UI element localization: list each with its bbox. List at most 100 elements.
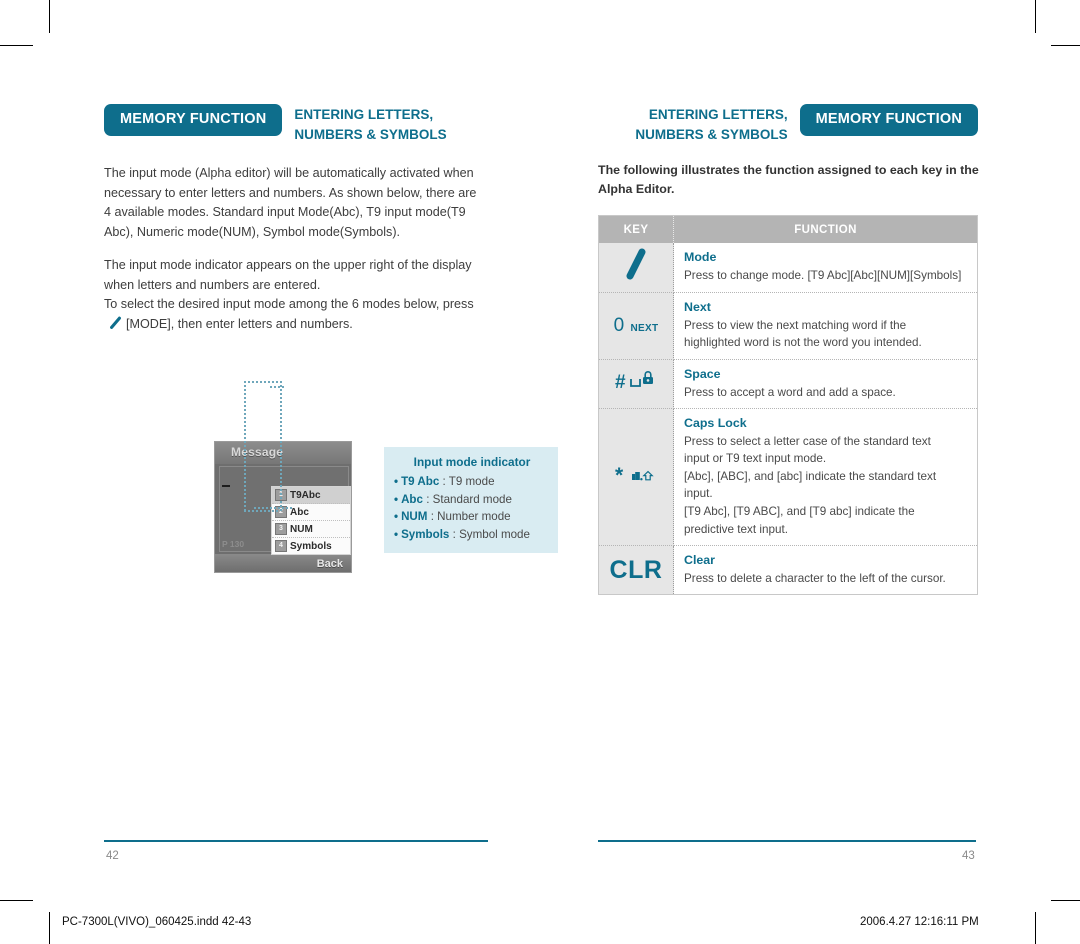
leader-dots-bottom-horizontal	[244, 510, 280, 512]
callout-bullet-3: •	[394, 510, 399, 524]
callout-item-symbols: • Symbols : Symbol mode	[394, 526, 550, 544]
callout-desc-1: : T9 mode	[442, 475, 495, 488]
phone-menu-item-t9abc: 1 T9Abc	[272, 487, 350, 504]
phone-softkey-back: Back	[316, 558, 343, 570]
page-number-right: 43	[962, 850, 975, 862]
phone-screen-title: Message	[231, 445, 284, 459]
asterisk-shift-key-icon: *	[612, 464, 660, 491]
key-cell-next: 0 NEXT	[598, 292, 674, 360]
function-cell-space: Space Press to accept a word and add a s…	[673, 359, 978, 410]
callout-item-t9abc: • T9 Abc : T9 mode	[394, 473, 550, 491]
print-file-info: PC-7300L(VIVO)_060425.indd 42-43	[62, 916, 252, 928]
table-header-function: FUNCTION	[673, 215, 978, 243]
footer-rule-left	[104, 840, 488, 842]
chapter-title-right-line1: ENTERING LETTERS,	[648, 107, 788, 122]
input-mode-indicator-callout: Input mode indicator • T9 Abc : T9 mode •…	[384, 447, 558, 553]
function-cell-next: Next Press to view the next matching wor…	[673, 292, 978, 360]
chapter-title-left-line1: ENTERING LETTERS,	[294, 107, 434, 122]
svg-text:*: *	[615, 464, 624, 487]
callout-term-1: T9 Abc	[401, 475, 440, 488]
memory-function-badge-right: MEMORY FUNCTION	[799, 104, 978, 136]
hash-space-lock-key-icon: #	[613, 371, 659, 397]
zero-next-key-icon: 0 NEXT	[613, 314, 659, 336]
phone-menu-item-symbols: 4 Symbols	[272, 538, 350, 554]
callout-title: Input mode indicator	[413, 455, 531, 469]
table-row-mode: Mode Press to change mode. [T9 Abc][Abc]…	[598, 243, 978, 293]
phone-menu-item-num: 3 NUM	[272, 521, 350, 538]
table-row-space: # Space Press to accept a word and add a…	[598, 359, 978, 410]
function-desc-caps-line6: predictive text input.	[684, 522, 788, 536]
key-function-table: KEY FUNCTION Mode Press to change mode. …	[598, 215, 978, 596]
function-cell-clear: Clear Press to delete a character to the…	[673, 545, 978, 595]
function-desc-caps-line2: input or T9 text input mode.	[684, 452, 827, 466]
function-desc-next-line2: highlighted word is not the word you int…	[684, 336, 922, 350]
paragraph-input-mode-intro: The input mode (Alpha editor) will be au…	[104, 166, 477, 239]
key-cell-clear: CLR	[598, 545, 674, 595]
right-page: ENTERING LETTERS, NUMBERS & SYMBOLS MEMO…	[598, 60, 1038, 870]
paragraph-mode-indicator-part1: The input mode indicator appears on the …	[104, 258, 472, 292]
callout-item-abc: • Abc : Standard mode	[394, 491, 550, 509]
leader-dots-callout-connector	[270, 386, 284, 388]
callout-bullet-4: •	[394, 527, 399, 541]
paragraph-mode-indicator-part2: To select the desired input mode among t…	[104, 297, 474, 312]
callout-desc-3: : Number mode	[430, 510, 511, 524]
right-page-header: ENTERING LETTERS, NUMBERS & SYMBOLS MEMO…	[598, 104, 978, 142]
phone-menu-number-4: 4	[275, 540, 287, 552]
page-number-left: 42	[106, 850, 119, 862]
memory-function-badge-left: MEMORY FUNCTION	[104, 104, 283, 136]
phone-char-counter: P 130	[222, 539, 245, 549]
callout-desc-4: : Symbol mode	[452, 527, 530, 541]
table-header-row: KEY FUNCTION	[598, 215, 978, 243]
clr-key-icon: CLR	[609, 555, 663, 584]
mode-stroke-icon	[619, 248, 653, 290]
chapter-title-right-line2: NUMBERS & SYMBOLS	[635, 126, 788, 142]
function-desc-caps-line4: input.	[684, 487, 713, 501]
phone-menu-label-3: NUM	[290, 523, 313, 535]
callout-desc-2: : Standard mode	[426, 492, 512, 506]
callout-item-num: • NUM : Number mode	[394, 508, 550, 526]
print-timestamp: 2006.4.27 12:16:11 PM	[860, 916, 979, 928]
phone-mode-menu: 1 T9Abc 2 Abc 3 NUM 4 Symbols	[271, 486, 351, 555]
function-title-next: Next	[684, 300, 711, 314]
svg-text:#: #	[615, 372, 626, 393]
function-desc-space-line1: Press to accept a word and add a space.	[684, 385, 896, 399]
function-desc-caps-line1: Press to select a letter case of the sta…	[684, 434, 931, 448]
function-cell-mode: Mode Press to change mode. [T9 Abc][Abc]…	[673, 243, 978, 293]
key-cell-space: #	[598, 359, 674, 410]
function-title-space: Space	[684, 366, 721, 381]
function-desc-next-line1: Press to view the next matching word if …	[684, 318, 907, 332]
leader-dots-left-vertical	[244, 381, 246, 511]
function-title-caps-lock: Caps Lock	[684, 416, 747, 431]
function-title-clear: Clear	[684, 553, 715, 568]
phone-menu-label-1: T9Abc	[290, 489, 321, 501]
phone-text-cursor	[222, 485, 230, 487]
callout-term-2: Abc	[401, 492, 423, 506]
phone-menu-label-4: Symbols	[290, 540, 332, 552]
leader-dots-right-vertical	[280, 381, 282, 511]
chapter-title-right: ENTERING LETTERS, NUMBERS & SYMBOLS	[635, 104, 787, 144]
table-header-key: KEY	[598, 215, 674, 243]
leader-dots-top-horizontal	[244, 381, 280, 383]
function-desc-caps-line5: [T9 Abc], [T9 ABC], and [T9 abc] indicat…	[684, 505, 915, 519]
function-desc-clear-line1: Press to delete a character to the left …	[684, 571, 946, 585]
callout-bullet-1: •	[394, 475, 399, 488]
paragraph-mode-indicator-part3: [MODE], then enter letters and numbers.	[126, 316, 353, 331]
footer-rule-right	[598, 840, 976, 842]
function-cell-caps-lock: Caps Lock Press to select a letter case …	[673, 408, 978, 547]
function-desc-mode-line1: Press to change mode. [T9 Abc][Abc][NUM]…	[684, 268, 962, 282]
left-page-header: MEMORY FUNCTION ENTERING LETTERS, NUMBER…	[104, 104, 447, 142]
key-cell-mode	[598, 243, 674, 293]
callout-term-3: NUM	[401, 510, 428, 524]
key-cell-caps-lock: *	[598, 408, 674, 547]
table-row-caps-lock: * Caps Lock Press to select a letter cas…	[598, 408, 978, 547]
table-row-clear: CLR Clear Press to delete a character to…	[598, 545, 978, 595]
mode-stroke-icon	[107, 316, 123, 330]
manual-page-spread: MEMORY FUNCTION ENTERING LETTERS, NUMBER…	[0, 0, 1080, 944]
chapter-title-left-line2: NUMBERS & SYMBOLS	[294, 126, 447, 142]
function-title-mode: Mode	[684, 250, 717, 264]
paragraph-mode-indicator: The input mode indicator appears on the …	[104, 256, 482, 334]
left-page: MEMORY FUNCTION ENTERING LETTERS, NUMBER…	[104, 60, 558, 870]
callout-bullet-2: •	[394, 492, 399, 506]
right-page-intro: The following illustrates the function a…	[598, 163, 979, 196]
callout-term-4: Symbols	[401, 527, 450, 541]
